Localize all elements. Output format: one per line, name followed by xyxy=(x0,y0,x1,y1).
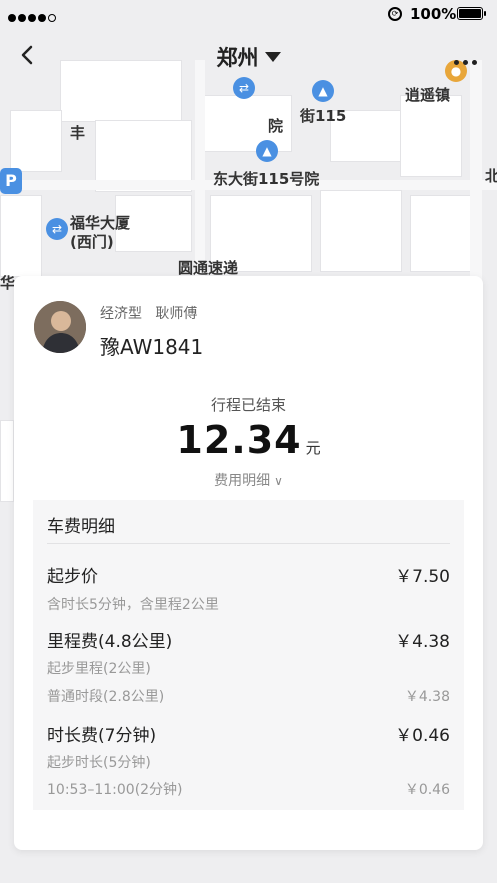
map-block xyxy=(400,95,462,177)
bus-stop-icon[interactable]: ⇄ xyxy=(46,218,68,240)
parking-icon[interactable]: P xyxy=(0,168,22,194)
fare-amount: 12.34 xyxy=(176,418,302,462)
car-type: 经济型 xyxy=(100,306,142,322)
fee-item-value: ￥0.46 xyxy=(395,726,450,746)
map-label: (西门) xyxy=(70,233,114,251)
fee-item-label: 里程费(4.8公里) xyxy=(47,632,173,652)
bank-icon[interactable]: ▲ xyxy=(256,140,278,162)
fare-unit: 元 xyxy=(305,439,321,457)
map-label: 街115 xyxy=(300,107,347,125)
fee-item-label: 起步价 xyxy=(47,567,98,587)
signal-icon xyxy=(8,10,58,26)
avatar xyxy=(34,301,86,353)
fee-item-value: ￥7.50 xyxy=(395,567,450,587)
license-plate: 豫AW1841 xyxy=(100,335,204,359)
map-label: 北 xyxy=(485,167,497,185)
fee-item-label: 时长费(7分钟) xyxy=(47,726,157,746)
fee-sub-label: 起步里程(2公里) xyxy=(47,661,151,677)
fare-total: 12.34 元 xyxy=(14,418,483,462)
caret-down-icon xyxy=(264,52,281,62)
fee-item-value: ￥4.38 xyxy=(395,632,450,652)
fee-sub-value: ￥0.46 xyxy=(404,782,450,798)
map-block xyxy=(320,190,402,272)
city-selector[interactable]: 郑州 xyxy=(0,42,497,72)
map-block xyxy=(0,420,14,502)
map-label: 东大街115号院 xyxy=(213,170,320,188)
driver-name: 耿师傅 xyxy=(155,306,198,322)
bus-stop-icon[interactable]: ⇄ xyxy=(233,77,255,99)
fee-detail-title: 车费明细 xyxy=(47,517,115,537)
map-label: 逍遥镇 xyxy=(405,86,451,104)
map-block xyxy=(0,195,42,277)
map-label: 丰 xyxy=(70,124,86,142)
fee-detail-toggle-label: 费用明细 xyxy=(214,473,271,489)
map-road xyxy=(470,60,482,280)
fee-sub-label: 含时长5分钟，含里程2公里 xyxy=(47,597,219,613)
fee-sub-label: 起步时长(5分钟) xyxy=(47,755,151,771)
fee-detail-panel: 车费明细 起步价 ￥7.50 含时长5分钟，含里程2公里 里程费(4.8公里) … xyxy=(33,500,464,810)
map-label: 华 xyxy=(0,274,16,292)
driver-info: 经济型 耿师傅 xyxy=(100,303,197,323)
map-label: 圆通速递 xyxy=(178,259,239,277)
fee-sub-label: 10:53–11:00(2分钟) xyxy=(47,782,183,798)
rotation-lock-icon: ⟳ xyxy=(388,7,402,21)
trip-status: 行程已结束 xyxy=(210,396,286,414)
battery-icon xyxy=(457,7,486,20)
fee-sub-label: 普通时段(2.8公里) xyxy=(47,689,165,705)
more-button[interactable] xyxy=(450,50,477,69)
status-bar: ⟳ 100% xyxy=(0,0,497,30)
chevron-down-icon: ∨ xyxy=(274,474,283,488)
map-road xyxy=(195,60,205,280)
fee-detail-toggle[interactable]: 费用明细 ∨ xyxy=(14,470,483,490)
fee-sub-value: ￥4.38 xyxy=(404,689,450,705)
map-block xyxy=(10,110,62,172)
map-label: 院 xyxy=(268,117,284,135)
trip-card: 经济型 耿师傅 豫AW1841 行程已结束 12.34 元 费用明细 ∨ 车费明细 … xyxy=(14,276,483,850)
bank-icon[interactable]: ▲ xyxy=(312,80,334,102)
battery-percentage: 100% xyxy=(410,5,457,23)
map-label: 福华大厦 xyxy=(70,214,131,232)
divider xyxy=(47,543,450,544)
driver-photo xyxy=(34,301,86,353)
city-name: 郑州 xyxy=(216,46,259,70)
nav-bar: 郑州 xyxy=(0,34,497,80)
